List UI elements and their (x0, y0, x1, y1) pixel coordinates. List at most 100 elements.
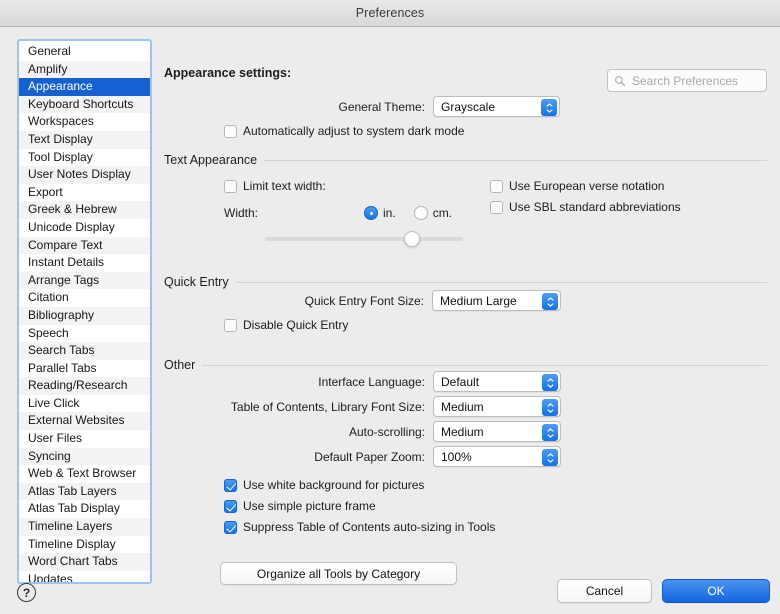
search-input[interactable] (630, 73, 760, 89)
sidebar-item-label: Atlas Tab Display (28, 501, 120, 515)
sidebar-item-instant-details[interactable]: Instant Details (19, 254, 150, 272)
preferences-category-list[interactable]: General Amplify AppearanceKeyboard Shortcu… (18, 40, 151, 583)
sidebar-item-reading-research[interactable]: Reading/Research (19, 377, 150, 395)
simple-picture-frame-row[interactable]: Use simple picture frame (224, 499, 376, 513)
suppress-toc-autosizing-row[interactable]: Suppress Table of Contents auto-sizing i… (224, 520, 495, 534)
width-slider-thumb[interactable] (404, 231, 420, 247)
interface-language-select[interactable]: Default (433, 371, 561, 392)
sidebar-item-speech[interactable]: Speech (19, 325, 150, 343)
sbl-abbreviations-checkbox[interactable] (490, 201, 503, 214)
default-paper-zoom-stepper-icon[interactable] (542, 449, 558, 466)
sidebar-item-label: Timeline Display (28, 537, 116, 551)
sidebar-item-arrange-tags[interactable]: Arrange Tags (19, 272, 150, 290)
general-theme-row: General Theme: Grayscale (160, 96, 560, 117)
width-slider-track[interactable] (265, 237, 463, 241)
sidebar-item-parallel-tabs[interactable]: Parallel Tabs (19, 360, 150, 378)
toc-library-font-size-select[interactable]: Medium (433, 396, 561, 417)
toc-library-font-size-stepper-icon[interactable] (542, 399, 558, 416)
sidebar-item-atlas-tab-display[interactable]: Atlas Tab Display (19, 500, 150, 518)
white-background-row[interactable]: Use white background for pictures (224, 478, 424, 492)
quick-entry-group-header: Quick Entry (164, 275, 767, 289)
ok-button[interactable]: OK (662, 579, 770, 603)
sidebar-item-syncing[interactable]: Syncing (19, 448, 150, 466)
sidebar-item-label: Export (28, 185, 63, 199)
interface-language-label: Interface Language: (318, 375, 425, 389)
disable-quick-entry-checkbox[interactable] (224, 319, 237, 332)
sidebar-item-greek-hebrew[interactable]: Greek & Hebrew (19, 201, 150, 219)
auto-scrolling-stepper-icon[interactable] (542, 424, 558, 441)
sidebar-item-label: Reading/Research (28, 378, 127, 392)
cancel-button[interactable]: Cancel (557, 579, 652, 603)
width-unit-centimeters-radio[interactable] (414, 206, 428, 220)
toc-library-font-size-row: Table of Contents, Library Font Size: Me… (160, 396, 561, 417)
sidebar-item-text-display[interactable]: Text Display (19, 131, 150, 149)
sidebar-item-external-websites[interactable]: External Websites (19, 412, 150, 430)
limit-text-width-label: Limit text width: (243, 179, 326, 193)
chevron-down-icon (546, 109, 553, 113)
sidebar-item-user-files[interactable]: User Files (19, 430, 150, 448)
width-unit-inches-radio[interactable] (364, 206, 378, 220)
sidebar-item-search-tabs[interactable]: Search Tabs (19, 342, 150, 360)
sidebar-item-tool-display[interactable]: Tool Display (19, 149, 150, 167)
dialog-body: General Amplify AppearanceKeyboard Shortcu… (0, 27, 780, 614)
sidebar-item-label: General (28, 44, 71, 58)
sidebar-item-bibliography[interactable]: Bibliography (19, 307, 150, 325)
sidebar-item-workspaces[interactable]: Workspaces (19, 113, 150, 131)
width-label: Width: (224, 206, 364, 220)
sidebar-item-label: Keyboard Shortcuts (28, 97, 133, 111)
toc-library-font-size-label: Table of Contents, Library Font Size: (231, 400, 425, 414)
default-paper-zoom-select[interactable]: 100% (433, 446, 561, 467)
general-theme-stepper-icon[interactable] (541, 99, 557, 116)
limit-text-width-row[interactable]: Limit text width: (224, 179, 326, 193)
general-theme-select[interactable]: Grayscale (433, 96, 560, 117)
help-button[interactable]: ? (17, 583, 36, 602)
sidebar-item-label: Tool Display (28, 150, 93, 164)
sidebar-item-word-chart-tabs[interactable]: Word Chart Tabs (19, 553, 150, 571)
sidebar-item-unicode-display[interactable]: Unicode Display (19, 219, 150, 237)
sidebar-item-user-notes-display[interactable]: User Notes Display (19, 166, 150, 184)
sidebar-item-live-click[interactable]: Live Click (19, 395, 150, 413)
sidebar-item-timeline-layers[interactable]: Timeline Layers (19, 518, 150, 536)
sbl-abbreviations-row[interactable]: Use SBL standard abbreviations (490, 200, 681, 214)
sidebar-item-keyboard-shortcuts[interactable]: Keyboard Shortcuts (19, 96, 150, 114)
search-preferences-box[interactable] (607, 69, 767, 92)
european-verse-checkbox[interactable] (490, 180, 503, 193)
width-row: Width: in. cm. (224, 206, 452, 220)
sidebar-item-label: Live Click (28, 396, 79, 410)
sidebar-item-web-text-browser[interactable]: Web & Text Browser (19, 465, 150, 483)
sidebar-item-timeline-display[interactable]: Timeline Display (19, 536, 150, 554)
sidebar-item-compare-text[interactable]: Compare Text (19, 237, 150, 255)
chevron-up-icon (547, 453, 554, 457)
auto-scrolling-select[interactable]: Medium (433, 421, 561, 442)
auto-dark-mode-checkbox[interactable] (224, 125, 237, 138)
quick-entry-font-size-stepper-icon[interactable] (542, 293, 558, 310)
european-verse-row[interactable]: Use European verse notation (490, 179, 664, 193)
sidebar-item-label: Search Tabs (28, 343, 95, 357)
simple-picture-frame-checkbox[interactable] (224, 500, 237, 513)
sidebar-item-citation[interactable]: Citation (19, 289, 150, 307)
default-paper-zoom-row: Default Paper Zoom: 100% (160, 446, 561, 467)
page-title: Appearance settings: (164, 66, 291, 80)
auto-dark-mode-row[interactable]: Automatically adjust to system dark mode (224, 124, 464, 138)
suppress-toc-autosizing-checkbox[interactable] (224, 521, 237, 534)
quick-entry-font-size-select[interactable]: Medium Large (432, 290, 561, 311)
interface-language-stepper-icon[interactable] (542, 374, 558, 391)
sidebar-item-label: User Files (28, 431, 82, 445)
sidebar-item-amplify[interactable]: Amplify (19, 61, 150, 79)
sidebar-item-label: Greek & Hebrew (28, 202, 117, 216)
interface-language-row: Interface Language: Default (160, 371, 561, 392)
sidebar-item-general[interactable]: General (19, 43, 150, 61)
chevron-down-icon (547, 459, 554, 463)
disable-quick-entry-row[interactable]: Disable Quick Entry (224, 318, 348, 332)
white-background-checkbox[interactable] (224, 479, 237, 492)
limit-text-width-checkbox[interactable] (224, 180, 237, 193)
sidebar-item-atlas-tab-layers[interactable]: Atlas Tab Layers (19, 483, 150, 501)
general-theme-label: General Theme: (339, 100, 426, 114)
appearance-settings-pane: Appearance settings: General Theme: Gray… (160, 40, 770, 604)
sidebar-item-label: Amplify (28, 62, 67, 76)
sidebar-item-label: Text Display (28, 132, 93, 146)
sidebar-item-export[interactable]: Export (19, 184, 150, 202)
width-slider[interactable] (265, 231, 463, 247)
european-verse-label: Use European verse notation (509, 179, 664, 193)
sidebar-item-appearance[interactable]: Appearance (19, 78, 150, 96)
